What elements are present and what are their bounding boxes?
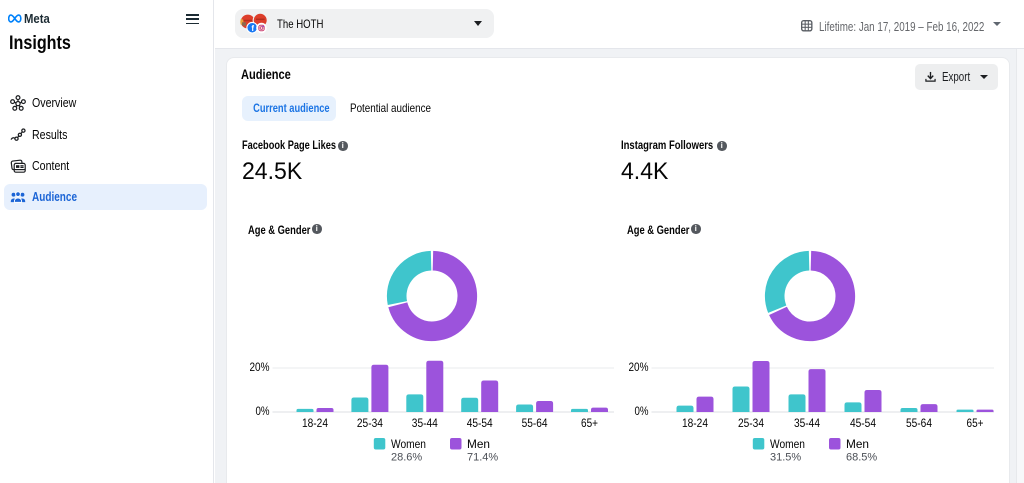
svg-text:55-64: 55-64 — [522, 416, 548, 430]
svg-text:Women: Women — [391, 437, 426, 451]
svg-text:Men: Men — [846, 437, 869, 451]
svg-text:71.4%: 71.4% — [467, 452, 498, 464]
svg-text:31.5%: 31.5% — [770, 452, 801, 464]
svg-text:45-54: 45-54 — [467, 416, 493, 430]
svg-text:65+: 65+ — [967, 416, 984, 430]
svg-text:68.5%: 68.5% — [846, 452, 877, 464]
svg-text:35-44: 35-44 — [794, 416, 820, 430]
svg-text:0%: 0% — [256, 404, 270, 418]
svg-text:Men: Men — [467, 437, 490, 451]
svg-text:f: f — [251, 24, 254, 33]
svg-text:28.6%: 28.6% — [391, 452, 422, 464]
svg-text:18-24: 18-24 — [302, 416, 328, 430]
svg-text:Women: Women — [770, 437, 805, 451]
svg-text:35-44: 35-44 — [412, 416, 438, 430]
svg-text:65+: 65+ — [581, 416, 598, 430]
svg-text:25-34: 25-34 — [357, 416, 383, 430]
svg-text:55-64: 55-64 — [906, 416, 932, 430]
svg-text:0%: 0% — [635, 404, 649, 418]
svg-text:20%: 20% — [629, 360, 649, 374]
svg-text:20%: 20% — [250, 360, 270, 374]
svg-text:45-54: 45-54 — [850, 416, 876, 430]
svg-text:25-34: 25-34 — [738, 416, 764, 430]
svg-text:18-24: 18-24 — [682, 416, 708, 430]
